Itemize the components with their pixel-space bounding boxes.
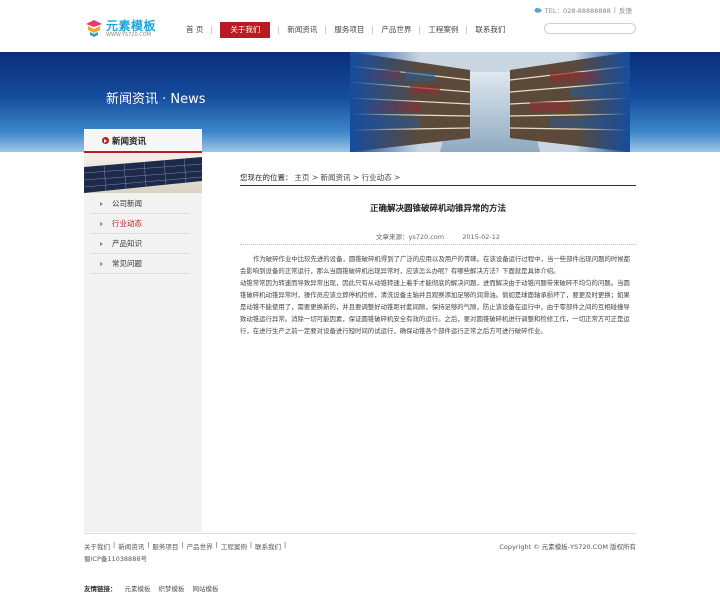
footer-link-products[interactable]: 产品世界 <box>187 541 213 551</box>
search-input[interactable] <box>551 25 629 33</box>
friend-links: 友情链接： 元素模板 织梦模板 网站模板 <box>84 583 219 592</box>
article-paragraph: 作为破碎作业中比较先进的设备，圆锥破碎机得到了广泛的应用以及用户的青睐。在该设备… <box>240 255 631 275</box>
footer-link-contact[interactable]: 联系我们 <box>255 541 281 551</box>
nav-divider <box>372 26 374 34</box>
sidebar-item-faq[interactable]: 常见问题 <box>90 254 190 274</box>
icp-number[interactable]: 蜀ICP备11038888号 <box>84 553 147 563</box>
article-date: 2015-02-12 <box>462 233 500 241</box>
sidebar-heading-text: 新闻资讯 <box>112 137 147 147</box>
arrow-circle-icon <box>102 137 109 144</box>
nav-divider <box>325 26 327 34</box>
sidebar-item-label: 产品知识 <box>112 239 142 248</box>
nav-divider <box>419 26 421 34</box>
logo-url: WWW.YS720.COM <box>106 32 151 38</box>
sidebar-item-label: 常见问题 <box>112 259 142 268</box>
footer-link-about[interactable]: 关于我们 <box>84 541 110 551</box>
nav-item-services[interactable]: 服务项目 <box>334 22 364 38</box>
article-paragraph: 动锥常常因为转速而导致异常出现，因此只有从动锥转速上着手才能彻底的解决问题，进而… <box>240 279 630 335</box>
breadcrumb-path[interactable]: 主页 > 新闻资讯 > 行业动态 > <box>295 172 401 185</box>
article-source: 文章来源：ys720.com <box>376 233 445 241</box>
breadcrumb-label: 您现在的位置： <box>240 173 293 182</box>
footer-sep: | <box>113 541 116 549</box>
sidebar-item-label: 公司新闻 <box>112 199 142 208</box>
footer-links: 关于我们 | 新闻资讯 | 服务项目 | 产品世界 | 工程案例 | 联系我们 … <box>84 541 286 551</box>
nav-divider <box>278 26 280 34</box>
chevron-right-icon <box>100 222 103 226</box>
sidebar-item-industry-news[interactable]: 行业动态 <box>90 214 190 234</box>
footer-divider <box>84 533 636 534</box>
footer-sep: | <box>215 541 218 549</box>
copyright-text: Copyright © 元素模板-YS720.COM 版权所有 <box>499 543 636 551</box>
solar-panel-picture <box>84 153 202 193</box>
footer-sep: | <box>249 541 253 549</box>
nav-item-products[interactable]: 产品世界 <box>381 22 411 38</box>
friend-links-label: 友情链接： <box>84 585 117 592</box>
search-box <box>544 23 636 34</box>
cloud-phone-icon <box>534 7 542 13</box>
sidebar-menu: 公司新闻 行业动态 产品知识 常见问题 <box>90 194 190 274</box>
nav-item-contact[interactable]: 联系我们 <box>475 22 505 38</box>
footer-link-cases[interactable]: 工程案例 <box>221 541 247 551</box>
article-body: 作为破碎作业中比较先进的设备，圆锥破碎机得到了广泛的应用以及用户的青睐。在该设备… <box>240 253 636 337</box>
chevron-right-icon <box>100 202 103 206</box>
logo-mark-icon <box>86 20 102 37</box>
article-title: 正确解决圆锥破碎机动锥异常的方法 <box>369 204 506 214</box>
top-contact-bar: TEL：028-88888888 | 反馈 <box>534 5 632 15</box>
tel-text: TEL：028-88888888 <box>544 7 611 15</box>
sidebar-heading: 新闻资讯 <box>84 129 202 153</box>
chevron-right-icon <box>100 262 103 266</box>
topbar-divider: | <box>613 6 616 14</box>
friend-link[interactable]: 网站模板 <box>193 583 219 592</box>
sidebar-item-label: 行业动态 <box>112 219 142 228</box>
nav-divider <box>466 26 468 34</box>
main-nav: 首 页 关于我们 新闻资讯 服务项目 产品世界 工程案例 联系我们 <box>186 22 505 38</box>
footer-sep: | <box>147 541 150 549</box>
friend-link[interactable]: 织梦模板 <box>159 583 185 592</box>
nav-item-cases[interactable]: 工程案例 <box>428 22 458 38</box>
article-meta: 文章来源：ys720.com 2015-02-12 <box>240 219 636 245</box>
bookshelf-image <box>350 52 630 152</box>
banner-title: 新闻资讯 · News <box>106 92 206 107</box>
solar-panel-image <box>84 153 202 193</box>
nav-divider <box>211 26 213 34</box>
nav-item-about[interactable]: 关于我们 <box>220 22 271 38</box>
breadcrumb: 您现在的位置： 主页 > 新闻资讯 > 行业动态 > <box>240 172 636 186</box>
footer-link-services[interactable]: 服务项目 <box>152 541 178 551</box>
site-logo[interactable]: 元素模板 WWW.YS720.COM <box>84 16 156 40</box>
feedback-link[interactable]: 反馈 <box>619 5 632 15</box>
site-header: 元素模板 WWW.YS720.COM TEL：028-88888888 | 反馈… <box>0 0 720 52</box>
friend-link[interactable]: 元素模板 <box>125 583 151 592</box>
sidebar-item-product-knowledge[interactable]: 产品知识 <box>90 234 190 254</box>
footer-link-news[interactable]: 新闻资讯 <box>118 541 144 551</box>
footer-sep: | <box>181 541 184 549</box>
footer-sep: | <box>284 541 287 549</box>
sidebar-item-company-news[interactable]: 公司新闻 <box>90 194 190 214</box>
nav-item-home[interactable]: 首 页 <box>186 22 203 38</box>
chevron-right-icon <box>100 242 103 246</box>
nav-item-news[interactable]: 新闻资讯 <box>287 22 317 38</box>
